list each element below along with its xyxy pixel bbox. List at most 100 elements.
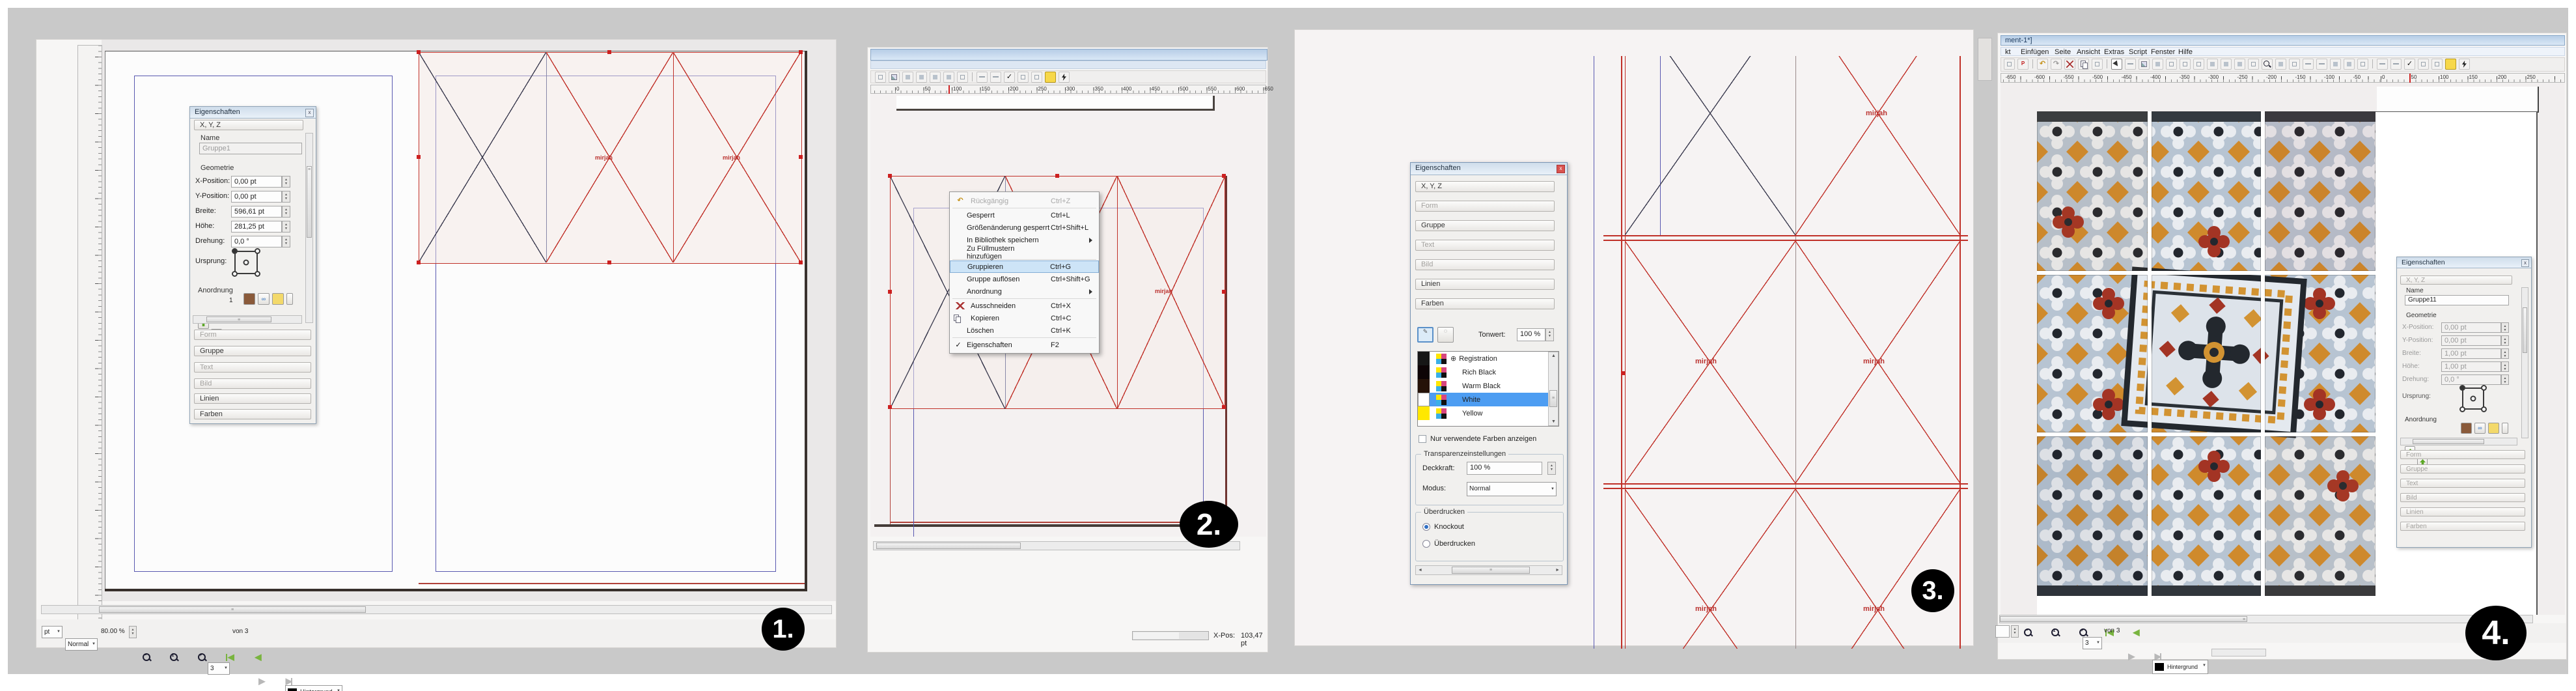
selection-handle[interactable] — [799, 261, 803, 264]
overprint-radio[interactable] — [1422, 540, 1430, 548]
link-icon[interactable]: ∞ — [258, 293, 270, 305]
knockout-radio[interactable] — [1422, 523, 1430, 531]
link-frames-icon[interactable] — [902, 72, 913, 83]
color-list-scrollbar[interactable]: ▲ ≡ ▼ — [1548, 352, 1558, 426]
close-icon[interactable]: x — [305, 109, 314, 117]
zoom-out-icon[interactable]: − — [143, 653, 151, 662]
show-used-colors-checkbox[interactable] — [1419, 435, 1426, 443]
origin-selector[interactable] — [2459, 385, 2487, 412]
tab-text[interactable]: Text — [1415, 240, 1555, 251]
color-row-warm-black[interactable]: Warm Black — [1418, 379, 1558, 393]
workspace-canvas[interactable]: Eigenschaften x X, Y, Z Name Gruppe11 Ge… — [2001, 83, 2565, 615]
tab-gruppe[interactable]: Gruppe — [1415, 220, 1555, 231]
bezier-icon[interactable] — [2221, 59, 2232, 70]
y-position-stepper[interactable]: ▲ ▼ — [2501, 335, 2509, 346]
selection-handle[interactable] — [799, 155, 803, 159]
menu-item-ausschneiden[interactable]: Ausschneiden Ctrl+X — [950, 300, 1099, 312]
menu-ansicht[interactable]: Ansicht — [2077, 48, 2100, 56]
selection-handle[interactable] — [1222, 405, 1226, 409]
lock-icon[interactable] — [2488, 423, 2499, 434]
edit-line-color-button[interactable]: ✎ — [1417, 327, 1433, 343]
copy-properties-icon[interactable] — [2344, 59, 2355, 70]
palette-hscrollbar[interactable]: ◄ ≡ ► — [1415, 565, 1562, 575]
pdf-checkbox-icon[interactable]: ✓ — [2404, 59, 2415, 70]
pdf-textfield-icon[interactable] — [2377, 59, 2388, 70]
selection-handle[interactable] — [417, 50, 421, 54]
name-field[interactable]: Gruppe1 — [199, 143, 302, 154]
lock-size-icon[interactable] — [2502, 423, 2508, 434]
image-edit-icon[interactable] — [889, 72, 900, 83]
x-position-field[interactable]: 0,00 pt — [231, 176, 282, 188]
menu-item-gruppieren[interactable]: Gruppieren Ctrl+G — [950, 261, 1099, 273]
menu-extras[interactable]: Extras — [2104, 48, 2124, 56]
unlink-frames-icon[interactable] — [916, 72, 927, 83]
tonwert-stepper[interactable]: ▲ ▼ — [1545, 328, 1554, 341]
pdf-button-icon[interactable] — [1031, 72, 1042, 83]
palette-title[interactable]: Eigenschaften — [190, 107, 316, 119]
y-position-field[interactable]: 0,00 pt — [231, 191, 282, 203]
selection-handle[interactable] — [888, 405, 892, 409]
menu-einfuegen[interactable]: Einfügen — [2021, 48, 2049, 56]
lock-icon[interactable] — [272, 293, 284, 305]
name-field[interactable]: Gruppe11 — [2405, 295, 2509, 305]
color-row-white-selected[interactable]: White — [1418, 393, 1558, 406]
menu-item-anordnung[interactable]: Anordnung — [950, 285, 1099, 298]
pdf-annotation-icon[interactable] — [1045, 72, 1056, 83]
tab-text[interactable]: Text — [194, 362, 311, 373]
pdf-textfield-icon[interactable] — [976, 72, 988, 83]
menu-item-rueckgaengig[interactable]: ↶ Rückgängig Ctrl+Z — [950, 195, 1099, 207]
measure-icon[interactable] — [2330, 59, 2341, 70]
scrollbar-fragment[interactable] — [2211, 649, 2266, 656]
menu-item-loeschen[interactable]: Löschen Ctrl+K — [950, 324, 1099, 337]
tab-bild[interactable]: Bild — [1415, 259, 1555, 270]
menu-item-groessenaenderung[interactable]: Größenänderung gesperrt Ctrl+Shift+L — [950, 221, 1099, 234]
eyedropper-icon[interactable] — [2357, 59, 2368, 70]
color-row-rich-black[interactable]: Rich Black — [1418, 365, 1558, 379]
menu-seite[interactable]: Seite — [2055, 48, 2071, 56]
image-frame-x[interactable] — [419, 52, 547, 262]
selection-handle[interactable] — [417, 155, 421, 159]
rotate-icon[interactable] — [2248, 59, 2259, 70]
tile-frame-clip[interactable] — [1625, 56, 1795, 235]
menu-hilfe[interactable]: Hilfe — [2178, 48, 2193, 56]
x-position-stepper[interactable]: ▲ ▼ — [282, 176, 290, 188]
width-stepper[interactable]: ▲ ▼ — [2501, 348, 2509, 359]
eyedropper-icon[interactable] — [957, 72, 968, 83]
pdf-link-bolt-icon[interactable] — [1059, 72, 1070, 83]
menu-objekt-partial[interactable]: kt — [2005, 48, 2011, 56]
height-stepper[interactable]: ▲ ▼ — [282, 221, 290, 233]
group-icon[interactable] — [243, 293, 255, 305]
unlink-text-icon[interactable] — [2316, 59, 2327, 70]
zoom-in-icon[interactable]: + — [2079, 628, 2088, 637]
selection-handle[interactable] — [888, 174, 892, 178]
window-titlebar[interactable]: ment-1*] — [2001, 35, 2565, 46]
menu-fenster[interactable]: Fenster — [2151, 48, 2175, 56]
tab-xyz[interactable]: X, Y, Z — [2400, 275, 2512, 285]
color-list[interactable]: ⊕ Registration Rich Black Warm Black Whi — [1417, 351, 1559, 427]
horizontal-ruler[interactable]: -650 -600 -550 -500 -450 -400 -350 -300 -250 -200… — [2001, 73, 2565, 83]
pdf-annotation-icon[interactable] — [2445, 59, 2456, 70]
palette-title[interactable]: Eigenschaften — [2397, 257, 2531, 268]
next-page-icon[interactable] — [257, 677, 266, 686]
tab-linien[interactable]: Linien — [2400, 507, 2525, 516]
opacity-stepper[interactable]: ▲ ▼ — [1547, 462, 1556, 475]
tab-farben[interactable]: Farben — [2400, 522, 2525, 531]
tab-farben[interactable]: Farben — [194, 409, 311, 419]
selection-handle[interactable] — [607, 261, 611, 264]
y-position-stepper[interactable]: ▲ ▼ — [282, 191, 290, 203]
selection-handle[interactable] — [1621, 371, 1625, 375]
selection-handle[interactable] — [1222, 290, 1226, 294]
menu-item-kopieren[interactable]: Kopieren Ctrl+C — [950, 312, 1099, 324]
zoom-icon[interactable] — [2262, 59, 2273, 70]
menu-item-fuellmuster[interactable]: Zu Füllmustern hinzufügen — [950, 245, 1099, 261]
pdf-listbox-icon[interactable] — [990, 72, 1001, 83]
pdf-combobox-icon[interactable] — [1018, 72, 1029, 83]
pdf-listbox-icon[interactable] — [2390, 59, 2402, 70]
redo-icon[interactable]: ↷ — [2051, 59, 2062, 70]
a-tool-icon[interactable] — [875, 72, 886, 83]
zoom-100-icon[interactable]: 1 — [2051, 628, 2060, 637]
blend-mode-select[interactable]: Normal ▼ — [1467, 482, 1557, 496]
tile-frame-clip[interactable]: mirjah — [1795, 56, 1960, 235]
height-stepper[interactable]: ▲ ▼ — [2501, 361, 2509, 372]
workspace-canvas[interactable]: mirjah ↶ Rückgängig Ctrl+Z Gesperrt Ctrl+L … — [870, 94, 1266, 537]
